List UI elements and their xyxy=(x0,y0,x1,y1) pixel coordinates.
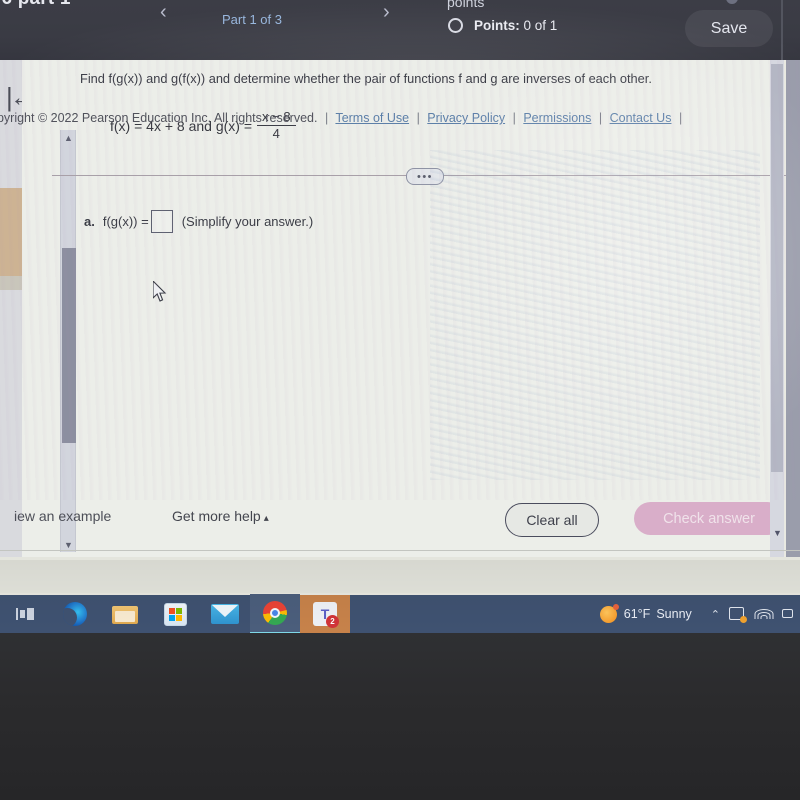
copyright-text: opyright © 2022 Pearson Education Inc. A… xyxy=(0,111,318,125)
microsoft-store-icon xyxy=(163,602,187,626)
browser-right-edge xyxy=(786,60,800,557)
weather-temperature: 61°F xyxy=(623,607,651,621)
answer-input-box[interactable] xyxy=(150,210,173,233)
clear-all-button[interactable]: Clear all xyxy=(505,503,599,537)
check-answer-button[interactable]: Check answer xyxy=(634,502,784,535)
wifi-icon[interactable] xyxy=(754,607,774,621)
contact-us-link[interactable]: Contact Us xyxy=(610,111,672,125)
system-tray: 61°F Sunny ⌃ xyxy=(599,595,800,633)
expand-ellipsis-button[interactable]: ••• xyxy=(406,168,444,185)
taskbar-item-file-explorer[interactable] xyxy=(100,595,150,633)
taskbar-item-chrome[interactable] xyxy=(250,594,300,633)
view-an-example-link[interactable]: iew an example xyxy=(14,508,111,524)
save-button[interactable]: Save xyxy=(685,10,773,47)
footer-top-border xyxy=(0,550,800,551)
permissions-link[interactable]: Permissions xyxy=(523,111,591,125)
taskbar-item-edge[interactable] xyxy=(50,595,100,633)
outer-vertical-scrollbar[interactable]: ▼ xyxy=(770,60,784,557)
points-status: Points: 0 of 1 xyxy=(474,18,557,33)
caret-up-icon: ▴ xyxy=(263,513,269,524)
terms-of-use-link[interactable]: Terms of Use xyxy=(335,111,409,125)
left-edge-artifact-secondary xyxy=(0,276,24,290)
onedrive-tray-icon[interactable] xyxy=(729,606,747,623)
left-rail xyxy=(0,60,22,557)
windows-taskbar: T 2 61°F Sunny ⌃ xyxy=(0,594,800,633)
question-paper: ▲ ▼ Find f(g(x)) and g(f(x)) and determi… xyxy=(14,60,794,557)
points-status-circle-icon xyxy=(448,18,463,33)
next-question-button[interactable]: › xyxy=(383,1,390,24)
taskbar-icon-group: T 2 xyxy=(0,594,350,633)
answer-row: a. f(g(x)) = (Simplify your answer.) xyxy=(84,210,313,233)
points-value: 0 of 1 xyxy=(523,18,558,33)
get-more-help-button[interactable]: Get more help ▴ xyxy=(172,508,269,524)
task-view-icon xyxy=(16,607,34,621)
footer-bar xyxy=(0,557,800,593)
teams-notification-badge: 2 xyxy=(326,615,339,628)
left-edge-artifact xyxy=(0,188,24,276)
footer-separator-5: | xyxy=(678,111,683,125)
outer-scroll-down-arrow-icon[interactable]: ▼ xyxy=(773,528,782,538)
weather-condition: Sunny xyxy=(656,607,692,621)
battery-icon[interactable] xyxy=(781,607,796,621)
teams-icon: T 2 xyxy=(313,602,339,628)
footer-content: opyright © 2022 Pearson Education Inc. A… xyxy=(0,111,686,125)
get-more-help-label: Get more help xyxy=(172,508,261,524)
previous-question-button[interactable]: ‹ xyxy=(160,1,167,24)
chrome-icon xyxy=(263,601,287,625)
footer-separator-2: | xyxy=(416,111,420,125)
points-word-label: points xyxy=(447,0,485,10)
fraction-denominator: 4 xyxy=(272,125,280,141)
header-menu-dot-icon[interactable] xyxy=(726,0,738,4)
part-indicator: Part 1 of 3 xyxy=(222,12,282,27)
monitor-bezel xyxy=(0,633,800,800)
mouse-cursor-icon xyxy=(153,281,167,302)
privacy-policy-link[interactable]: Privacy Policy xyxy=(427,111,505,125)
mail-icon xyxy=(211,604,239,624)
taskbar-item-task-view[interactable] xyxy=(0,595,50,633)
footer-separator-1: | xyxy=(324,111,329,125)
show-hidden-icons-chevron-icon[interactable]: ⌃ xyxy=(711,608,720,621)
monitor-screen: .6 part 1 - ‹ Part 1 of 3 › points Point… xyxy=(0,0,800,633)
question-text: Find f(g(x)) and g(f(x)) and determine w… xyxy=(80,71,652,86)
page-body: |← ▲ ▼ Find f(g(x)) and g(f(x)) and dete… xyxy=(0,60,800,633)
answer-letter: a. xyxy=(84,214,95,229)
answer-hint: (Simplify your answer.) xyxy=(181,214,314,229)
scroll-down-arrow-icon[interactable]: ▼ xyxy=(64,540,73,550)
footer-separator-3: | xyxy=(512,111,516,125)
taskbar-item-teams[interactable]: T 2 xyxy=(300,595,350,633)
inner-vertical-scrollbar[interactable]: ▲ ▼ xyxy=(60,130,76,552)
answer-expression: f(g(x)) = xyxy=(102,214,149,229)
outer-scrollbar-thumb[interactable] xyxy=(771,64,783,472)
header-right-edge xyxy=(781,0,783,60)
taskbar-item-microsoft-store[interactable] xyxy=(150,595,200,633)
footer-separator-4: | xyxy=(598,111,603,125)
file-explorer-icon xyxy=(112,604,138,624)
weather-widget[interactable]: 61°F Sunny xyxy=(599,603,692,623)
edge-icon xyxy=(63,602,87,626)
assignment-header-bar: .6 part 1 - ‹ Part 1 of 3 › points Point… xyxy=(0,0,800,60)
points-prefix: Points: xyxy=(474,18,520,33)
inner-scrollbar-thumb[interactable] xyxy=(62,248,76,443)
sunny-weather-icon xyxy=(599,603,619,623)
assignment-title: .6 part 1 - xyxy=(0,0,83,10)
taskbar-item-mail[interactable] xyxy=(200,595,250,633)
scroll-up-arrow-icon[interactable]: ▲ xyxy=(64,133,73,143)
